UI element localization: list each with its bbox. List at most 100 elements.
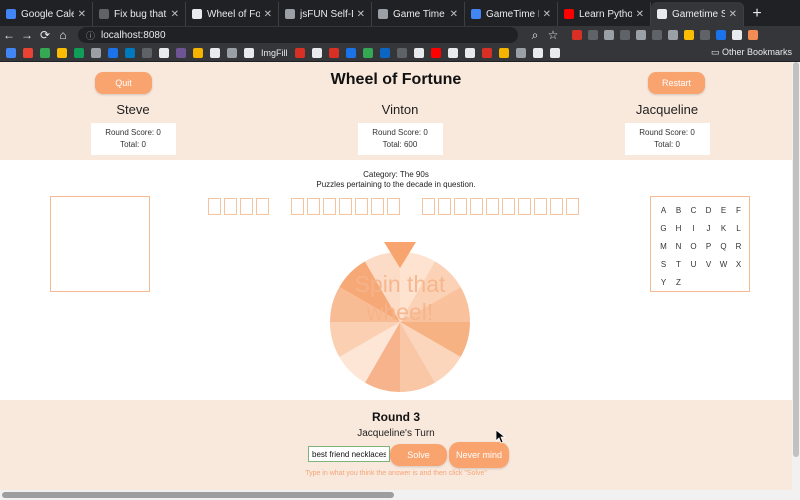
bookmark-icon[interactable] [91, 47, 101, 58]
letter-button[interactable]: A [656, 201, 671, 219]
bookmark-icon[interactable] [159, 47, 169, 58]
close-icon[interactable]: ✕ [357, 9, 365, 20]
extension-icon[interactable] [652, 30, 662, 40]
letter-button[interactable]: V [701, 255, 716, 273]
bookmark-icon[interactable] [23, 47, 33, 58]
letter-button[interactable]: K [716, 219, 731, 237]
close-icon[interactable]: ✕ [543, 9, 551, 20]
bookmark-icon[interactable] [108, 47, 118, 58]
solve-button[interactable]: Solve [390, 444, 447, 466]
bookmark-icon[interactable] [447, 47, 458, 58]
extension-icon[interactable] [620, 30, 630, 40]
extension-icon[interactable] [700, 30, 710, 40]
letter-button[interactable]: U [686, 255, 701, 273]
close-icon[interactable]: ✕ [264, 9, 272, 20]
bookmark-icon[interactable] [40, 47, 50, 58]
extension-icon[interactable] [684, 30, 694, 40]
never-mind-button[interactable]: Never mind [449, 442, 509, 468]
browser-tab[interactable]: Wheel of Fortune ✕ [186, 2, 279, 26]
letter-button[interactable]: S [656, 255, 671, 273]
vertical-scrollbar[interactable] [792, 62, 800, 490]
bookmark-icon[interactable] [379, 47, 390, 58]
letter-button[interactable]: H [671, 219, 686, 237]
letter-button[interactable]: N [671, 237, 686, 255]
bookmark-icon[interactable] [413, 47, 424, 58]
bookmark-icon[interactable] [549, 47, 560, 58]
letter-button[interactable]: B [671, 201, 686, 219]
answer-input[interactable] [308, 446, 390, 462]
restart-button[interactable]: Restart [648, 72, 705, 94]
back-icon[interactable]: ← [0, 28, 18, 42]
letter-button[interactable]: X [731, 255, 746, 273]
horizontal-scrollbar[interactable] [0, 490, 800, 500]
bookmark-icon[interactable] [6, 47, 16, 58]
letter-button[interactable]: L [731, 219, 746, 237]
letter-button[interactable]: J [701, 219, 716, 237]
letter-button[interactable]: T [671, 255, 686, 273]
letter-button[interactable]: R [731, 237, 746, 255]
profile-avatar[interactable] [748, 30, 758, 40]
extension-icon[interactable] [716, 30, 726, 40]
bookmark-icon[interactable] [57, 47, 67, 58]
bookmark-icon[interactable] [328, 47, 339, 58]
letter-button[interactable]: O [686, 237, 701, 255]
address-bar[interactable]: ⓘ localhost:8080 [78, 27, 518, 43]
bookmark-icon[interactable] [498, 47, 509, 58]
bookmark-icon[interactable] [227, 47, 237, 58]
browser-tab[interactable]: GameTime Presen ✕ [465, 2, 558, 26]
star-icon[interactable]: ☆ [544, 28, 562, 42]
bookmark-icon[interactable] [125, 47, 135, 58]
zoom-icon[interactable]: ⌕ [526, 28, 544, 43]
bookmark-icon[interactable] [481, 47, 492, 58]
letter-button[interactable]: F [731, 201, 746, 219]
extension-icon[interactable] [668, 30, 678, 40]
letter-button[interactable]: P [701, 237, 716, 255]
scrollbar-thumb[interactable] [2, 492, 394, 498]
home-icon[interactable]: ⌂ [54, 28, 72, 42]
letter-button[interactable]: Z [671, 273, 686, 291]
bookmark-icon[interactable] [176, 47, 186, 58]
bookmark-icon[interactable] [294, 47, 305, 58]
bookmark-icon[interactable] [362, 47, 373, 58]
letter-button[interactable]: M [656, 237, 671, 255]
browser-tab[interactable]: Game Time - Fron ✕ [372, 2, 465, 26]
browser-tab[interactable]: Learn Python - Fu ✕ [558, 2, 651, 26]
browser-tab[interactable]: Google Calendar ✕ [0, 2, 93, 26]
spin-wheel-text[interactable]: Spin that wheel! [330, 270, 470, 326]
letter-button[interactable]: Y [656, 273, 671, 291]
bookmark-icon[interactable] [210, 47, 220, 58]
bookmark-icon[interactable] [311, 47, 322, 58]
letter-button[interactable]: I [686, 219, 701, 237]
bookmark-icon[interactable] [74, 47, 84, 58]
extension-icon[interactable] [588, 30, 598, 40]
close-icon[interactable]: ✕ [450, 9, 458, 20]
bookmark-icon[interactable] [430, 47, 441, 58]
browser-tab[interactable]: Gametime Starter ✕ [651, 2, 744, 26]
bookmark-icon[interactable] [142, 47, 152, 58]
extension-icon[interactable] [572, 30, 582, 40]
letter-button[interactable]: E [716, 201, 731, 219]
letter-button[interactable]: D [701, 201, 716, 219]
new-tab-icon[interactable]: + [744, 2, 770, 26]
letter-button[interactable]: Q [716, 237, 731, 255]
letter-button[interactable]: C [686, 201, 701, 219]
bookmark-imgfill[interactable]: ImgFill [261, 48, 288, 58]
extension-icon[interactable] [636, 30, 646, 40]
bookmark-icon[interactable] [345, 47, 356, 58]
bookmark-icon[interactable] [396, 47, 407, 58]
letter-button[interactable]: W [716, 255, 731, 273]
imgfill-icon[interactable] [244, 47, 254, 58]
browser-tab[interactable]: jsFUN Self-Directe ✕ [279, 2, 372, 26]
extension-icon[interactable] [604, 30, 614, 40]
close-icon[interactable]: ✕ [78, 9, 86, 20]
scrollbar-thumb[interactable] [793, 62, 799, 457]
extension-icon[interactable] [732, 30, 742, 40]
bookmark-icon[interactable] [464, 47, 475, 58]
reload-icon[interactable]: ⟳ [36, 28, 54, 42]
bookmark-icon[interactable] [515, 47, 526, 58]
forward-icon[interactable]: → [18, 28, 36, 42]
close-icon[interactable]: ✕ [636, 9, 644, 20]
bookmark-icon[interactable] [193, 47, 203, 58]
close-icon[interactable]: ✕ [171, 9, 179, 20]
close-icon[interactable]: ✕ [729, 9, 737, 20]
